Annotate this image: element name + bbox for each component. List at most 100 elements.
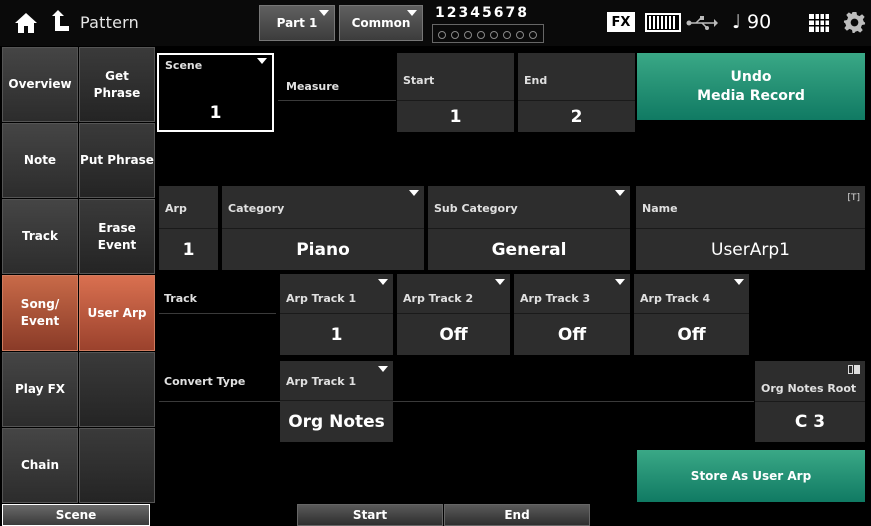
end-field[interactable]: End 2 bbox=[518, 53, 635, 132]
dropdown-arrow-icon bbox=[615, 190, 625, 196]
name-label: Name bbox=[642, 202, 678, 215]
convert-arp-track-value: Org Notes bbox=[288, 411, 385, 432]
back-icon[interactable] bbox=[48, 10, 70, 34]
divider bbox=[636, 228, 865, 229]
part-select-button[interactable]: Part 1 bbox=[259, 5, 335, 41]
tab-chain[interactable]: Chain bbox=[2, 428, 78, 503]
tab-play-fx[interactable]: Play FX bbox=[2, 352, 78, 427]
track-label: Track bbox=[164, 292, 197, 305]
arp-track-2-field[interactable]: Arp Track 2 Off bbox=[397, 274, 510, 355]
undo-label-line2: Media Record bbox=[697, 87, 805, 104]
subcategory-field[interactable]: Sub Category General bbox=[428, 186, 630, 270]
part-dot-icon bbox=[516, 31, 524, 39]
dropdown-arrow-icon bbox=[409, 190, 419, 196]
tab-track[interactable]: Track bbox=[2, 199, 78, 274]
gear-icon[interactable] bbox=[843, 11, 866, 34]
bottom-start-button[interactable]: Start bbox=[297, 504, 443, 526]
end-value: 2 bbox=[570, 106, 583, 127]
common-select-label: Common bbox=[351, 16, 411, 30]
dropdown-arrow-icon bbox=[319, 10, 329, 16]
org-notes-root-value: C 3 bbox=[794, 412, 826, 432]
arp-track-3-label: Arp Track 3 bbox=[520, 292, 591, 305]
usb-icon bbox=[686, 16, 718, 30]
category-value: Piano bbox=[296, 240, 350, 260]
store-as-user-arp-button[interactable]: Store As User Arp bbox=[637, 450, 865, 502]
arp-track-4-field[interactable]: Arp Track 4 Off bbox=[634, 274, 749, 355]
part-dot-icon bbox=[490, 31, 498, 39]
measure-label: Measure bbox=[286, 80, 340, 93]
dropdown-arrow-icon bbox=[257, 58, 267, 64]
divider bbox=[222, 228, 424, 229]
part-dot-icon bbox=[529, 31, 537, 39]
divider bbox=[159, 313, 276, 314]
convert-arp-track-label: Arp Track 1 bbox=[286, 375, 357, 388]
tab-song-event[interactable]: Song/ Event bbox=[2, 275, 78, 351]
keyboard-icon[interactable] bbox=[645, 13, 681, 32]
dropdown-arrow-icon bbox=[615, 279, 625, 285]
convert-type-label: Convert Type bbox=[164, 375, 246, 388]
arp-track-2-value: Off bbox=[439, 324, 468, 345]
dropdown-arrow-icon bbox=[734, 279, 744, 285]
part-dot-icon bbox=[503, 31, 511, 39]
tab-empty-2 bbox=[79, 428, 155, 503]
arp-label: Arp bbox=[165, 202, 187, 215]
home-icon[interactable] bbox=[14, 12, 38, 34]
divider bbox=[159, 401, 754, 402]
parts-indicator bbox=[432, 24, 544, 43]
divider bbox=[159, 228, 218, 229]
dropdown-arrow-icon bbox=[378, 279, 388, 285]
scene-field[interactable]: Scene 1 bbox=[157, 53, 274, 132]
tab-empty-1 bbox=[79, 352, 155, 427]
tab-put-phrase[interactable]: Put Phrase bbox=[79, 123, 155, 198]
divider bbox=[428, 228, 630, 229]
org-notes-root-field[interactable]: Org Notes Root C 3 bbox=[755, 361, 865, 442]
arp-track-1-field[interactable]: Arp Track 1 1 bbox=[280, 274, 393, 355]
org-notes-root-label: Org Notes Root bbox=[761, 382, 857, 395]
undo-media-record-button[interactable]: Undo Media Record bbox=[637, 53, 865, 120]
divider bbox=[278, 100, 396, 101]
part-dot-icon bbox=[464, 31, 472, 39]
tab-user-arp[interactable]: User Arp bbox=[79, 275, 155, 351]
arp-track-3-field[interactable]: Arp Track 3 Off bbox=[514, 274, 630, 355]
dropdown-arrow-icon bbox=[495, 279, 505, 285]
bottom-end-button[interactable]: End bbox=[444, 504, 590, 526]
subcategory-value: General bbox=[491, 240, 567, 260]
start-field[interactable]: Start 1 bbox=[397, 53, 514, 132]
undo-label-line1: Undo bbox=[730, 68, 772, 85]
tab-erase-event[interactable]: Erase Event bbox=[79, 199, 155, 274]
arp-value: 1 bbox=[182, 240, 195, 260]
subcategory-label: Sub Category bbox=[434, 202, 518, 215]
scene-label: Scene bbox=[165, 59, 203, 72]
category-label: Category bbox=[228, 202, 285, 215]
dropdown-arrow-icon bbox=[378, 366, 388, 372]
grid-menu-icon[interactable] bbox=[809, 14, 829, 32]
knob-assign-icon bbox=[848, 365, 860, 374]
name-value: UserArp1 bbox=[711, 240, 790, 260]
tab-get-phrase[interactable]: Get Phrase bbox=[79, 47, 155, 122]
part-dot-icon bbox=[438, 31, 446, 39]
convert-arp-track-field[interactable]: Arp Track 1 Org Notes bbox=[280, 361, 393, 442]
page-title: Pattern bbox=[80, 13, 139, 32]
category-field[interactable]: Category Piano bbox=[222, 186, 424, 270]
part-select-label: Part 1 bbox=[276, 16, 318, 30]
tab-overview[interactable]: Overview bbox=[2, 47, 78, 122]
arp-number-field[interactable]: Arp 1 bbox=[159, 186, 218, 270]
arp-track-4-value: Off bbox=[677, 324, 706, 345]
arp-track-4-label: Arp Track 4 bbox=[640, 292, 711, 305]
text-edit-icon: [T] bbox=[847, 193, 860, 203]
fx-button[interactable]: FX bbox=[607, 12, 635, 32]
part-dot-icon bbox=[477, 31, 485, 39]
dropdown-arrow-icon bbox=[407, 10, 417, 16]
tab-note[interactable]: Note bbox=[2, 123, 78, 198]
arp-track-1-label: Arp Track 1 bbox=[286, 292, 357, 305]
parts-numbers: 12345678 bbox=[435, 5, 529, 21]
end-label: End bbox=[524, 74, 548, 87]
bottom-scene-button[interactable]: Scene bbox=[2, 504, 150, 526]
arp-track-2-label: Arp Track 2 bbox=[403, 292, 474, 305]
common-select-button[interactable]: Common bbox=[339, 5, 423, 41]
name-field[interactable]: Name [T] UserArp1 bbox=[636, 186, 865, 270]
part-dot-icon bbox=[451, 31, 459, 39]
tempo-display[interactable]: ♩ 90 bbox=[732, 11, 771, 33]
arp-track-1-value: 1 bbox=[330, 324, 343, 345]
arp-track-3-value: Off bbox=[557, 324, 587, 345]
